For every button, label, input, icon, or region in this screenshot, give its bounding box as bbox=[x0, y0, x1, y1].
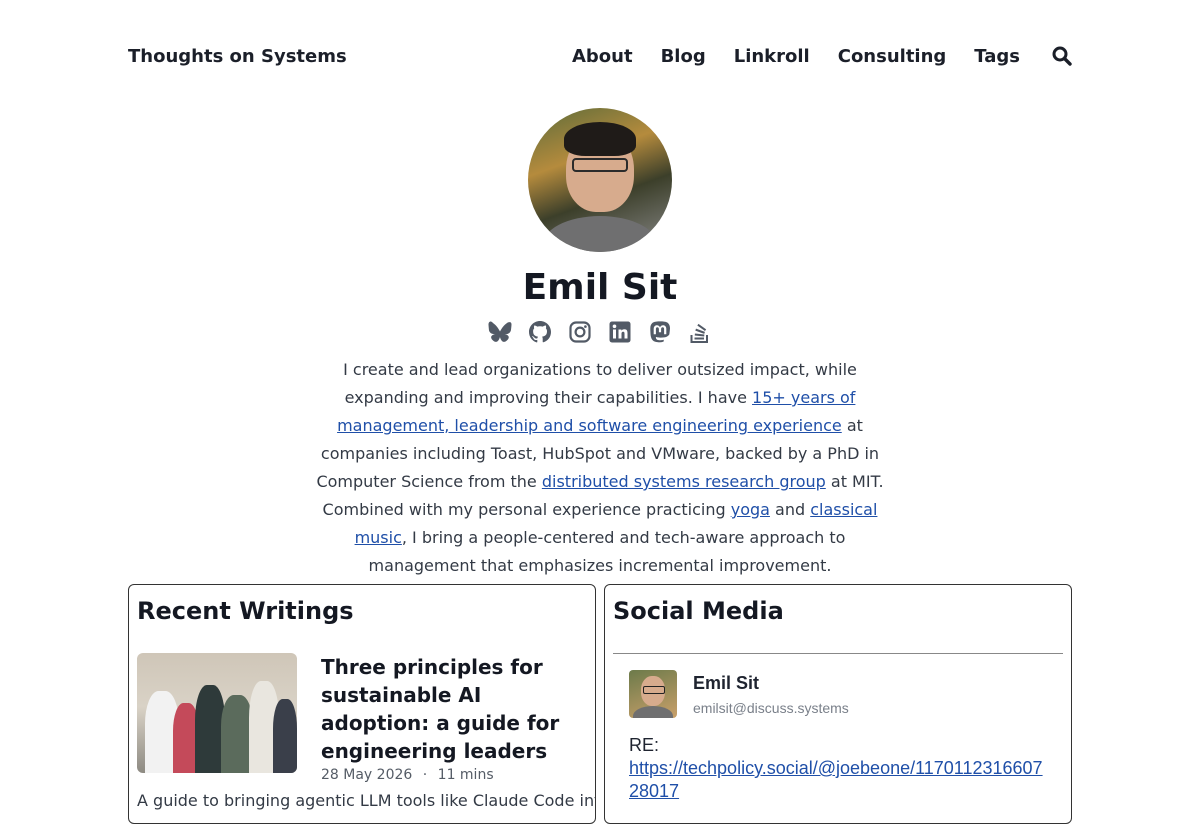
recent-writings-heading: Recent Writings bbox=[137, 597, 354, 625]
post-date: 28 May 2026 bbox=[321, 767, 413, 783]
nav-blog[interactable]: Blog bbox=[661, 46, 706, 67]
research-group-link[interactable]: distributed systems research group bbox=[542, 472, 826, 491]
divider bbox=[613, 653, 1063, 654]
bio-text: and bbox=[769, 500, 811, 519]
mastodon-post: Emil Sit emilsit@discuss.systems RE: htt… bbox=[629, 670, 1047, 803]
author-name: Emil Sit bbox=[522, 267, 678, 308]
author-names: Emil Sit emilsit@discuss.systems bbox=[693, 670, 849, 716]
bluesky-icon[interactable] bbox=[488, 320, 512, 344]
hero-section: Emil Sit I create and lead organizations… bbox=[0, 108, 1200, 580]
avatar bbox=[528, 108, 672, 252]
toot-display-name[interactable]: Emil Sit bbox=[693, 673, 849, 694]
site-header: Thoughts on Systems About Blog Linkroll … bbox=[128, 38, 1072, 74]
bio-text: , I bring a people-centered and tech-awa… bbox=[368, 528, 846, 575]
yoga-link[interactable]: yoga bbox=[731, 500, 770, 519]
meta-separator: · bbox=[422, 767, 428, 783]
nav-linkroll[interactable]: Linkroll bbox=[734, 46, 810, 67]
main-nav: About Blog Linkroll Consulting Tags bbox=[544, 46, 1072, 67]
github-icon[interactable] bbox=[528, 320, 552, 344]
search-icon[interactable] bbox=[1052, 46, 1072, 66]
nav-tags[interactable]: Tags bbox=[974, 46, 1020, 67]
post-thumbnail[interactable] bbox=[137, 653, 297, 773]
toot-text: RE: bbox=[629, 735, 660, 755]
stackoverflow-icon[interactable] bbox=[688, 320, 712, 344]
toot-handle[interactable]: emilsit@discuss.systems bbox=[693, 700, 849, 716]
mastodon-icon[interactable] bbox=[648, 320, 672, 344]
post-meta: 28 May 2026 · 11 mins bbox=[321, 767, 587, 783]
post-item[interactable]: Three principles for sustainable AI adop… bbox=[137, 653, 587, 783]
post-body: Three principles for sustainable AI adop… bbox=[321, 653, 587, 783]
toot-avatar[interactable] bbox=[629, 670, 677, 718]
post-summary: A guide to bringing agentic LLM tools li… bbox=[137, 791, 596, 810]
linkedin-icon[interactable] bbox=[608, 320, 632, 344]
toot-link[interactable]: https://techpolicy.social/@joebeone/1170… bbox=[629, 757, 1045, 803]
recent-writings-card: Recent Writings Three principles for sus… bbox=[128, 584, 596, 824]
nav-consulting[interactable]: Consulting bbox=[838, 46, 947, 67]
post-author: Emil Sit emilsit@discuss.systems bbox=[629, 670, 1047, 718]
social-links bbox=[0, 320, 1200, 344]
instagram-icon[interactable] bbox=[568, 320, 592, 344]
author-bio: I create and lead organizations to deliv… bbox=[300, 356, 900, 580]
social-media-card: Social Media Emil Sit emilsit@discuss.sy… bbox=[604, 584, 1072, 824]
social-media-heading: Social Media bbox=[613, 597, 784, 625]
site-title-link[interactable]: Thoughts on Systems bbox=[128, 46, 347, 67]
post-title-link[interactable]: Three principles for sustainable AI adop… bbox=[321, 653, 587, 765]
nav-about[interactable]: About bbox=[572, 46, 633, 67]
post-read-time: 11 mins bbox=[437, 767, 494, 783]
